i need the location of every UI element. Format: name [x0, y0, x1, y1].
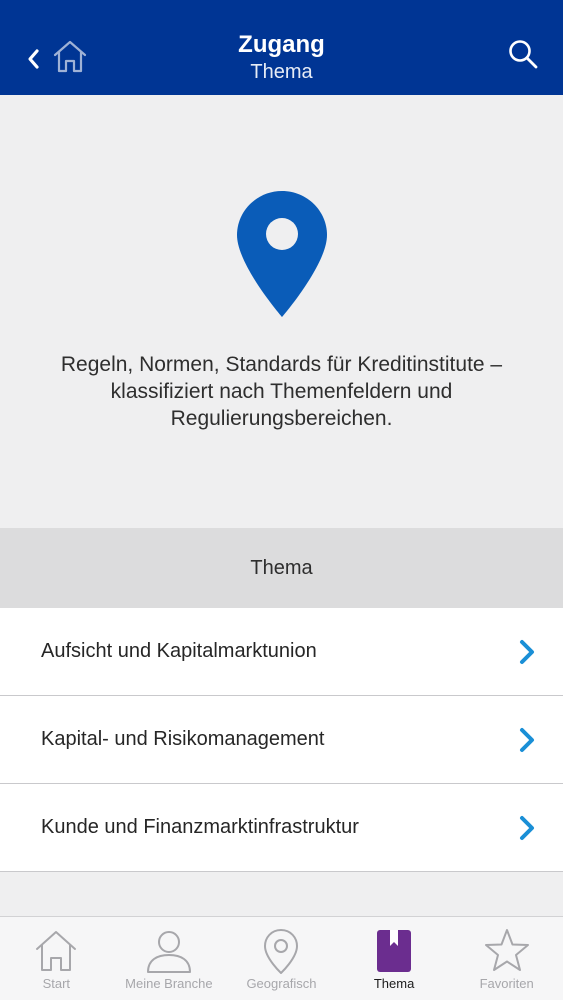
person-icon — [146, 931, 191, 973]
navigation-bar: Zugang Thema — [0, 0, 563, 95]
list-item[interactable]: Kapital- und Risikomanagement — [0, 696, 563, 784]
tab-meine-branche[interactable]: Meine Branche — [113, 917, 226, 1000]
search-icon — [509, 40, 538, 69]
tab-geografisch[interactable]: Geografisch — [225, 917, 338, 1000]
star-icon — [484, 929, 529, 971]
list-item-label: Aufsicht und Kapitalmarktunion — [41, 640, 317, 662]
nav-titles: Zugang Thema — [140, 30, 423, 84]
home-button[interactable] — [52, 38, 88, 74]
tab-favoriten[interactable]: Favoriten — [450, 917, 563, 1000]
tab-label: Geografisch — [246, 976, 317, 991]
list-item-label: Kapital- und Risikomanagement — [41, 728, 325, 750]
tab-label: Thema — [373, 976, 415, 991]
list-item[interactable]: Kunde und Finanzmarktinfrastruktur — [0, 784, 563, 872]
tab-start[interactable]: Start — [0, 917, 113, 1000]
intro-section: Regeln, Normen, Standards für Kreditinst… — [0, 95, 563, 528]
location-pin-icon — [264, 929, 299, 974]
tab-label: Start — [42, 976, 71, 991]
page-subtitle: Thema — [250, 61, 313, 83]
chevron-right-icon — [520, 815, 534, 840]
section-header: Thema — [0, 528, 563, 608]
list-item-label: Kunde und Finanzmarktinfrastruktur — [41, 816, 359, 838]
chevron-right-icon — [520, 639, 534, 664]
tab-bar: Start Meine Branche Geografisch Thema Fa… — [0, 916, 563, 1000]
tab-label: Favoriten — [479, 976, 534, 991]
list-item[interactable]: Aufsicht und Kapitalmarktunion — [0, 608, 563, 696]
intro-description: Regeln, Normen, Standards für Kreditinst… — [60, 353, 503, 430]
chevron-right-icon — [520, 727, 534, 752]
chevron-left-icon — [28, 49, 39, 69]
search-button[interactable] — [507, 38, 539, 70]
home-icon — [36, 931, 77, 971]
bookmark-icon — [377, 930, 412, 972]
topic-list: Aufsicht und Kapitalmarktunion Kapital- … — [0, 608, 563, 872]
home-icon — [53, 40, 87, 73]
back-button[interactable] — [22, 44, 44, 74]
tab-label: Meine Branche — [125, 976, 213, 991]
location-pin-icon — [237, 191, 327, 317]
tab-thema[interactable]: Thema — [338, 917, 451, 1000]
page-title: Zugang — [238, 31, 325, 58]
